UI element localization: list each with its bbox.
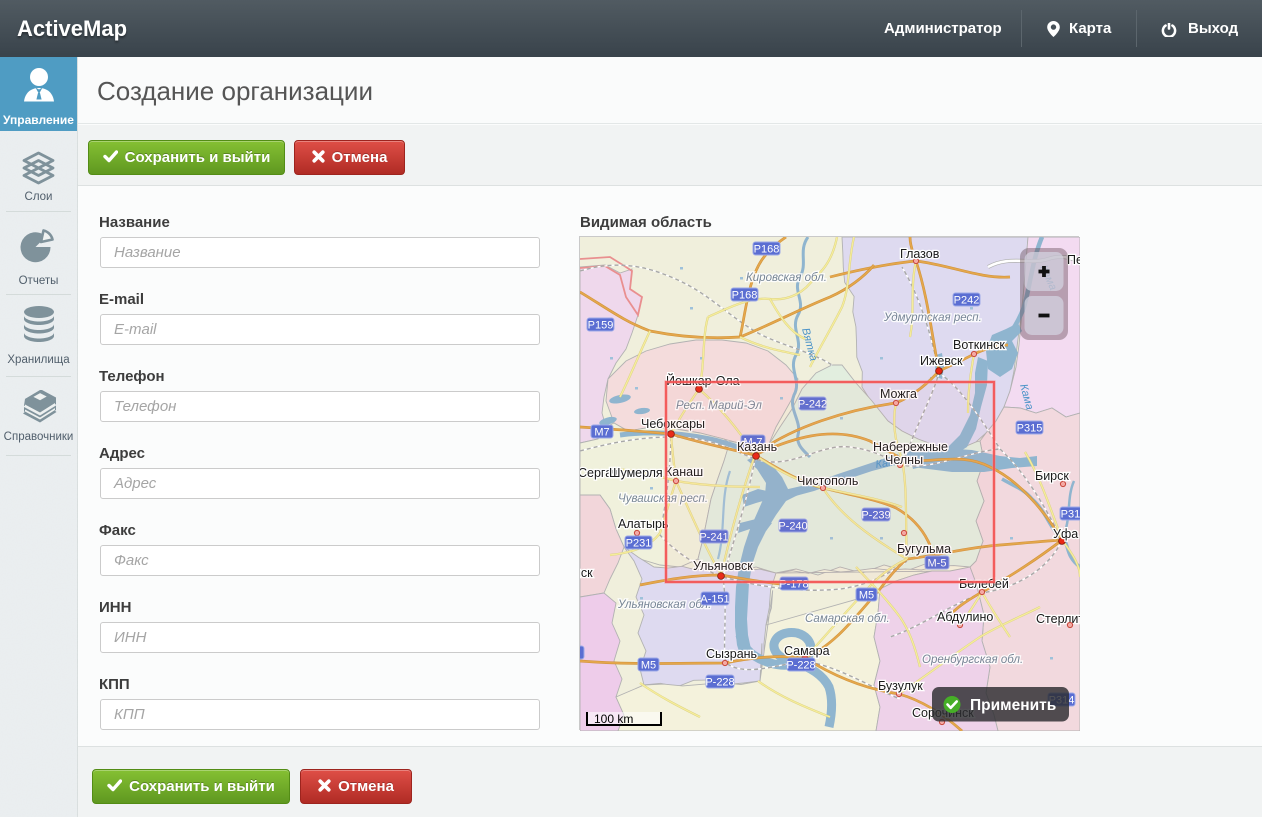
svg-text:Воткинск: Воткинск	[953, 338, 1005, 352]
svg-text:A-151: A-151	[700, 594, 729, 606]
svg-text:P159: P159	[588, 320, 614, 332]
svg-text:Самара: Самара	[784, 644, 830, 658]
svg-text:P-228: P-228	[786, 660, 815, 672]
svg-text:Самарская обл.: Самарская обл.	[805, 613, 890, 625]
svg-text:P168: P168	[732, 290, 758, 302]
svg-text:P242: P242	[954, 295, 980, 307]
svg-text:P315: P315	[1061, 509, 1080, 521]
svg-text:P168: P168	[754, 244, 780, 256]
svg-text:Удмуртская респ.: Удмуртская респ.	[883, 312, 982, 324]
svg-text:Кировская обл.: Кировская обл.	[746, 272, 827, 284]
svg-text:Ижевск: Ижевск	[920, 354, 963, 368]
svg-text:нск: нск	[580, 566, 593, 580]
svg-text:Уфа: Уфа	[1053, 527, 1078, 541]
svg-text:Оренбургская обл.: Оренбургская обл.	[922, 654, 1023, 666]
svg-text:Кама: Кама	[1017, 383, 1035, 411]
svg-text:Вятка: Вятка	[799, 327, 819, 363]
svg-text:Бузулук: Бузулук	[878, 679, 923, 693]
svg-text:100 km: 100 km	[594, 712, 633, 726]
svg-text:Глазов: Глазов	[900, 247, 940, 261]
svg-text:M5: M5	[641, 660, 656, 672]
svg-text:Пе: Пе	[1067, 253, 1080, 267]
svg-text:Алатырь: Алатырь	[618, 517, 668, 531]
svg-text:M7: M7	[594, 427, 609, 439]
svg-text:M5: M5	[859, 590, 874, 602]
svg-text:Применить: Применить	[970, 697, 1056, 714]
svg-text:Бирск: Бирск	[1035, 469, 1069, 483]
svg-text:Абдулино: Абдулино	[937, 610, 993, 624]
svg-text:Сызрань: Сызрань	[706, 647, 757, 661]
svg-text:P315: P315	[1017, 423, 1043, 435]
svg-text:P231: P231	[626, 538, 652, 550]
svg-text:Шумерля: Шумерля	[609, 466, 663, 480]
svg-text:Ульяновская обл.: Ульяновская обл.	[617, 599, 711, 611]
svg-text:P-228: P-228	[705, 677, 734, 689]
svg-text:Стерлитам: Стерлитам	[1036, 612, 1080, 626]
